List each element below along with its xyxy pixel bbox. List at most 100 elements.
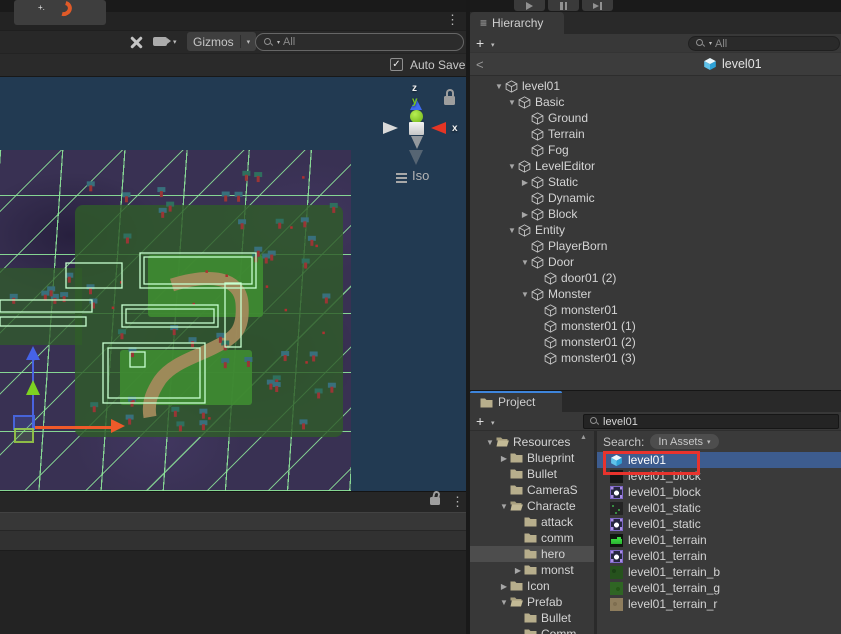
move-gizmo-green-plane-handle[interactable] — [14, 428, 34, 443]
hierarchy-create-caret-icon[interactable]: ▾ — [491, 41, 495, 49]
tree-row-basic[interactable]: ▼Basic — [470, 94, 841, 110]
tree-row-blueprint[interactable]: ▶Blueprint — [470, 450, 594, 466]
tree-row-monster[interactable]: ▼Monster — [470, 286, 841, 302]
scene-viewport[interactable]: z y x Iso — [0, 77, 466, 491]
scroll-up-arrow-icon[interactable]: ▲ — [580, 434, 587, 441]
tools-icon[interactable] — [128, 35, 145, 49]
tree-row-monster01-3[interactable]: monster01 (3) — [470, 350, 841, 366]
axis-x-cone[interactable] — [431, 122, 446, 134]
axis-x-label: x — [452, 123, 458, 134]
tree-row-dynamic[interactable]: Dynamic — [470, 190, 841, 206]
tree-row-attack[interactable]: attack — [470, 514, 594, 530]
foldout-closed-icon[interactable]: ▶ — [519, 178, 531, 187]
project-search-input[interactable] — [603, 416, 833, 428]
foldout-open-icon[interactable]: ▼ — [506, 162, 518, 171]
camera-dropdown-caret-icon[interactable]: ▾ — [173, 38, 177, 46]
tree-row-comm[interactable]: comm — [470, 530, 594, 546]
gameobject-cube-icon — [518, 96, 531, 109]
tree-row-comm[interactable]: Comm — [470, 626, 594, 634]
scene-search-field[interactable]: ▾ — [255, 33, 464, 51]
search-filter-caret-icon: ▾ — [277, 39, 280, 46]
gizmos-dropdown[interactable]: Gizmos ▾ — [187, 32, 256, 51]
project-search-field[interactable] — [583, 414, 839, 429]
projection-label[interactable]: Iso — [412, 168, 429, 183]
breadcrumb[interactable]: level01 — [703, 57, 762, 71]
breadcrumb-back-button[interactable]: < — [476, 57, 484, 72]
foldout-open-icon[interactable]: ▼ — [484, 438, 496, 447]
result-row-level01-terrain-r-9[interactable]: level01_terrain_r — [597, 596, 841, 612]
tree-row-entity[interactable]: ▼Entity — [470, 222, 841, 238]
tab-hierarchy[interactable]: ≡ Hierarchy — [470, 12, 564, 34]
tree-row-monst[interactable]: ▶monst — [470, 562, 594, 578]
bottom-panel-kebab-icon[interactable]: ⋮ — [451, 495, 464, 508]
tree-row-bullet[interactable]: Bullet — [470, 610, 594, 626]
tree-row-static[interactable]: ▶Static — [470, 174, 841, 190]
result-row-level01-terrain-6[interactable]: level01_terrain — [597, 548, 841, 564]
foldout-closed-icon[interactable]: ▶ — [498, 582, 510, 591]
tree-row-cameras[interactable]: CameraS — [470, 482, 594, 498]
move-gizmo-green-cone[interactable] — [26, 380, 40, 395]
foldout-open-icon[interactable]: ▼ — [506, 98, 518, 107]
tree-row-door[interactable]: ▼Door — [470, 254, 841, 270]
tree-row-fog[interactable]: Fog — [470, 142, 841, 158]
tree-row-hero[interactable]: hero — [470, 546, 594, 562]
result-row-level01-static-3[interactable]: level01_static — [597, 500, 841, 516]
version-badge-button[interactable]: +. — [14, 0, 106, 25]
result-row-level01-terrain-5[interactable]: level01_terrain — [597, 532, 841, 548]
auto-save-checkbox[interactable]: ✓ — [390, 58, 403, 71]
axis-down-cone[interactable] — [411, 136, 423, 149]
foldout-open-icon[interactable]: ▼ — [506, 226, 518, 235]
step-icon — [593, 2, 602, 10]
foldout-open-icon[interactable]: ▼ — [498, 598, 510, 607]
hierarchy-search-field[interactable]: ▾ — [688, 36, 840, 51]
foldout-open-icon[interactable]: ▼ — [498, 502, 510, 511]
project-create-button[interactable]: + — [476, 414, 484, 428]
tree-row-monster01-2[interactable]: monster01 (2) — [470, 334, 841, 350]
result-row-level01-terrain-b-7[interactable]: level01_terrain_b — [597, 564, 841, 580]
foldout-closed-icon[interactable]: ▶ — [512, 566, 524, 575]
camera-icon[interactable] — [153, 37, 167, 46]
tree-row-characte[interactable]: ▼Characte — [470, 498, 594, 514]
tree-row-icon[interactable]: ▶Icon — [470, 578, 594, 594]
axis-left-cone[interactable] — [383, 122, 398, 134]
projection-icon[interactable] — [396, 173, 407, 185]
move-gizmo-x-axis[interactable] — [33, 426, 113, 429]
scene-menu-kebab-icon[interactable]: ⋮ — [446, 13, 459, 26]
play-button[interactable] — [514, 0, 545, 11]
result-row-level01-static-4[interactable]: level01_static — [597, 516, 841, 532]
search-scope-dropdown[interactable]: In Assets ▾ — [650, 434, 718, 449]
orientation-gizmo-cube[interactable] — [409, 122, 424, 135]
orange-arc-icon — [53, 0, 74, 19]
foldout-open-icon[interactable]: ▼ — [519, 290, 531, 299]
collapsed-bar-1[interactable] — [0, 512, 466, 531]
tree-row-monster01-1[interactable]: monster01 (1) — [470, 318, 841, 334]
main-toolbar-strip — [470, 0, 841, 12]
result-row-level01-block-2[interactable]: level01_block — [597, 484, 841, 500]
scene-search-input[interactable] — [283, 36, 456, 48]
result-row-level01-terrain-g-8[interactable]: level01_terrain_g — [597, 580, 841, 596]
foldout-open-icon[interactable]: ▼ — [519, 258, 531, 267]
hierarchy-create-button[interactable]: + — [476, 36, 484, 50]
tree-row-playerborn[interactable]: PlayerBorn — [470, 238, 841, 254]
collapsed-bar-2[interactable] — [0, 531, 466, 551]
tree-row-resources[interactable]: ▼Resources — [470, 434, 594, 450]
step-button[interactable] — [582, 0, 613, 11]
tab-project[interactable]: Project — [470, 391, 562, 413]
tree-row-terrain[interactable]: Terrain — [470, 126, 841, 142]
pause-button[interactable] — [548, 0, 579, 11]
foldout-closed-icon[interactable]: ▶ — [498, 454, 510, 463]
tree-row-door01-2[interactable]: door01 (2) — [470, 270, 841, 286]
row-label: Block — [548, 207, 577, 221]
project-create-caret-icon[interactable]: ▾ — [491, 419, 495, 427]
tree-row-block[interactable]: ▶ Block — [470, 206, 841, 222]
tree-row-monster01[interactable]: monster01 — [470, 302, 841, 318]
tree-row-prefab[interactable]: ▼Prefab — [470, 594, 594, 610]
folder-icon — [524, 612, 537, 625]
tree-row-ground[interactable]: Ground — [470, 110, 841, 126]
tree-row-leveleditor[interactable]: ▼LevelEditor — [470, 158, 841, 174]
foldout-closed-icon[interactable]: ▶ — [519, 210, 531, 219]
tree-row-bullet[interactable]: Bullet — [470, 466, 594, 482]
hierarchy-search-input[interactable] — [715, 38, 833, 50]
tree-row-level01[interactable]: ▼level01 — [470, 78, 841, 94]
foldout-open-icon[interactable]: ▼ — [493, 82, 505, 91]
